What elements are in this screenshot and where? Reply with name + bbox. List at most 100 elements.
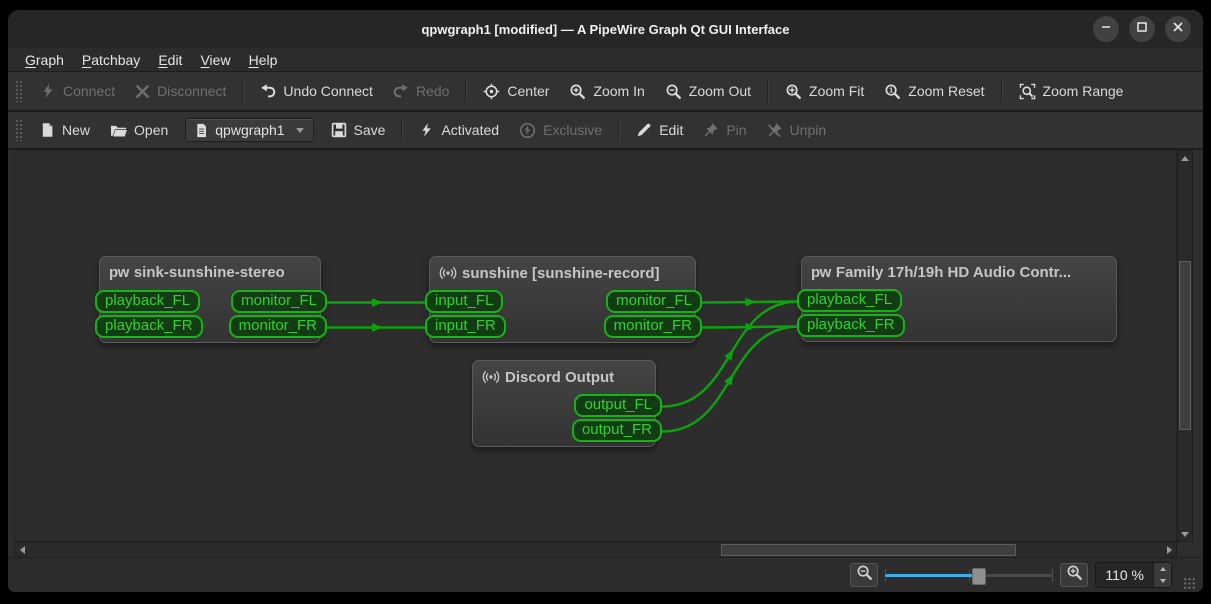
port-input_FR[interactable]: input_FR [425,315,506,338]
node-discord-output[interactable]: Discord Outputoutput_FLoutput_FR [472,360,656,447]
horizontal-scrollbar-thumb[interactable] [721,544,1016,556]
port-playback_FL[interactable]: playback_FL [797,289,902,312]
chevron-down-icon [296,128,304,133]
redo-icon [393,83,409,99]
arrow-down-icon [1160,579,1166,583]
arrow-down-icon [1181,532,1189,537]
toolbar-separator [1001,79,1003,103]
menu-patchbay[interactable]: Patchbay [73,50,149,70]
graph-canvas[interactable]: pwsink-sunshine-stereoplayback_FLplaybac… [14,150,1177,542]
zoom-slider[interactable] [885,566,1053,584]
combo-value: qpwgraph1 [215,122,284,138]
port-monitor_FR[interactable]: monitor_FR [229,315,327,338]
toolbar-separator [618,118,620,142]
toolbar-drag-handle[interactable] [15,119,22,141]
activated-toggle[interactable]: Activated [409,117,509,143]
title-bar[interactable]: qpwgraph1 [modified] — A PipeWire Graph … [8,10,1203,48]
zoom-reset-button[interactable]: 1Zoom Reset [874,78,994,105]
scroll-left-button[interactable] [15,543,29,557]
maximize-icon [1136,20,1148,38]
edit-toggle[interactable]: Edit [626,117,693,143]
unpin-button[interactable]: Unpin [757,117,837,143]
arrow-left-icon [20,546,25,554]
toolbar-separator [401,118,403,142]
minimize-button[interactable] [1093,16,1119,42]
minimize-icon [1100,20,1112,38]
port-input_FL[interactable]: input_FL [425,290,503,313]
exclusive-toggle[interactable]: Exclusive [509,117,612,144]
maximize-button[interactable] [1129,16,1155,42]
zoom-in-icon [1066,564,1083,586]
zoom-range-icon [1019,83,1036,100]
save-button[interactable]: Save [321,117,396,143]
zoom-in-icon [569,83,586,100]
node-title-text: sink-sunshine-stereo [134,264,285,281]
arrow-right-icon [1167,546,1172,554]
port-monitor_FL[interactable]: monitor_FL [606,290,702,313]
toolbar-drag-handle[interactable] [15,80,22,102]
scroll-right-button[interactable] [1162,543,1176,557]
horizontal-scrollbar[interactable] [14,542,1177,558]
node-title: Discord Output [473,361,655,386]
svg-text:1: 1 [889,85,893,94]
zoom-out-button[interactable]: Zoom Out [655,78,761,105]
pipewire-icon: pw [811,264,831,281]
disconnect-icon [135,84,150,99]
port-monitor_FR[interactable]: monitor_FR [604,315,702,338]
menu-edit[interactable]: Edit [149,50,191,70]
node-title-text: Discord Output [505,369,614,386]
port-playback_FL[interactable]: playback_FL [95,290,200,313]
open-icon [110,123,127,138]
vertical-scrollbar[interactable] [1177,150,1193,542]
zoom-range-button[interactable]: Zoom Range [1009,78,1134,105]
node-family-hd-audio[interactable]: pwFamily 17h/19h HD Audio Contr...playba… [801,256,1117,342]
connect-icon [40,83,56,99]
close-button[interactable] [1165,16,1191,42]
connection-arrow [724,349,733,361]
zoom-slider-track-empty [978,574,1054,577]
scroll-down-button[interactable] [1178,527,1192,541]
patchbay-profile-combobox[interactable]: qpwgraph1 [185,118,313,142]
zoom-in-button[interactable]: Zoom In [559,78,654,105]
window-resize-grip[interactable] [1183,577,1196,590]
connect-button[interactable]: Connect [30,78,125,104]
pin-button[interactable]: Pin [693,117,756,143]
disconnect-button[interactable]: Disconnect [125,78,236,104]
node-sunshine[interactable]: sunshine [sunshine-record]input_FLinput_… [429,256,696,343]
zoom-slider-handle[interactable] [972,568,986,585]
port-playback_FR[interactable]: playback_FR [95,315,203,338]
port-playback_FR[interactable]: playback_FR [797,314,905,337]
undo-connect-button[interactable]: Undo Connect [250,78,383,104]
redo-button[interactable]: Redo [383,78,459,104]
menu-view[interactable]: View [191,50,239,70]
new-button[interactable]: New [30,117,100,143]
vertical-scrollbar-thumb[interactable] [1179,261,1191,430]
node-sink-sunshine-stereo[interactable]: pwsink-sunshine-stereoplayback_FLplaybac… [99,256,321,343]
menu-bar: GraphPatchbayEditViewHelp [8,48,1203,72]
port-output_FL[interactable]: output_FL [574,394,662,417]
connection-arrow [745,298,756,306]
toolbar-separator [465,79,467,103]
connection-arrow [372,323,383,331]
node-title: pwFamily 17h/19h HD Audio Contr... [802,257,1116,281]
port-output_FR[interactable]: output_FR [572,419,662,442]
zoom-fit-button[interactable]: Zoom Fit [775,78,874,105]
open-button[interactable]: Open [100,117,178,143]
node-title: pwsink-sunshine-stereo [100,257,320,281]
zoom-percent-spinbox[interactable]: 110 % [1095,562,1172,588]
menu-graph[interactable]: Graph [16,50,73,70]
center-button[interactable]: Center [473,78,559,105]
spinbox-up-button[interactable] [1154,563,1171,575]
menu-help[interactable]: Help [240,50,287,70]
zoom-in-small-button[interactable] [1060,563,1088,587]
edit-icon [636,122,652,138]
node-title: sunshine [sunshine-record] [430,257,695,282]
spinbox-down-button[interactable] [1154,575,1171,587]
scroll-up-button[interactable] [1178,151,1192,165]
zoom-out-icon [856,564,873,586]
port-monitor_FL[interactable]: monitor_FL [231,290,327,313]
unpin-icon [767,122,783,138]
app-window: qpwgraph1 [modified] — A PipeWire Graph … [8,10,1203,592]
zoom-out-small-button[interactable] [850,563,878,587]
spinbox-arrows [1153,563,1171,587]
